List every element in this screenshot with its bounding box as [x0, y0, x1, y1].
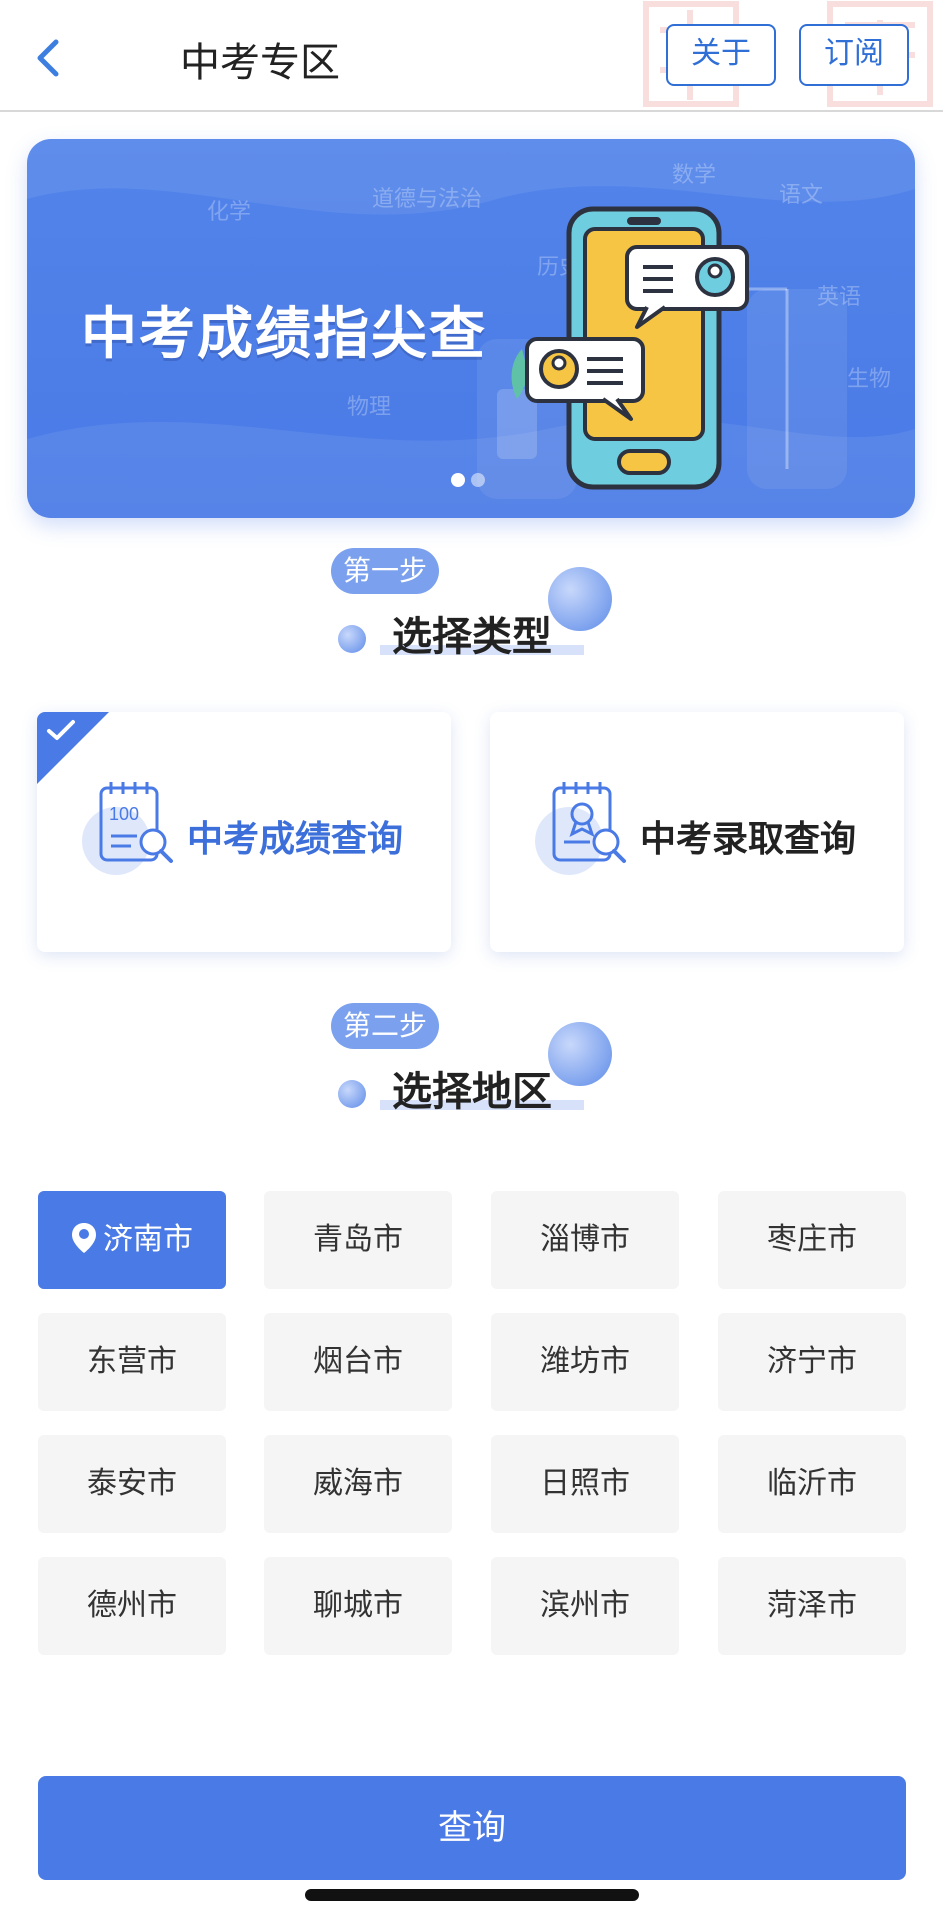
type-card-label: 中考成绩查询 — [187, 819, 404, 860]
city-chip[interactable]: 泰安市 — [38, 1435, 226, 1533]
step-badge: 第二步 — [331, 1003, 440, 1049]
city-chip[interactable]: 东营市 — [38, 1313, 226, 1411]
city-chip[interactable]: 聊城市 — [264, 1557, 452, 1655]
banner-title: 中考成绩指尖查 — [81, 302, 487, 367]
type-card-score-query[interactable]: 100 中考成绩查询 — [37, 712, 451, 952]
city-chip[interactable]: 滨州市 — [491, 1557, 679, 1655]
location-pin-icon — [72, 1222, 96, 1253]
navigation-bar: 中考专区 关于 订阅 — [0, 0, 943, 112]
banner-subject: 数学 — [672, 163, 717, 188]
city-chip[interactable]: 德州市 — [38, 1557, 226, 1655]
home-indicator[interactable] — [305, 1889, 639, 1901]
phone-chat-illustration — [497, 206, 789, 490]
page-title: 中考专区 — [180, 40, 340, 86]
banner-subject: 英语 — [817, 285, 862, 310]
city-chip-jinan[interactable]: 济南市 — [38, 1191, 226, 1289]
city-chip[interactable]: 临沂市 — [718, 1435, 906, 1533]
city-chip[interactable]: 菏泽市 — [718, 1557, 906, 1655]
admission-certificate-icon — [552, 782, 626, 863]
carousel-dots — [451, 473, 485, 487]
banner-subject: 物理 — [347, 395, 392, 420]
back-chevron-icon[interactable] — [28, 36, 68, 80]
city-chip[interactable]: 潍坊市 — [491, 1313, 679, 1411]
decorative-circle — [548, 567, 612, 631]
subscribe-button[interactable]: 订阅 — [799, 24, 909, 86]
step-badge: 第一步 — [331, 548, 440, 594]
carousel-dot-active[interactable] — [451, 473, 465, 487]
decorative-dot — [338, 625, 366, 653]
about-button[interactable]: 关于 — [666, 24, 776, 86]
city-chip[interactable]: 淄博市 — [491, 1191, 679, 1289]
city-chip[interactable]: 威海市 — [264, 1435, 452, 1533]
score-report-icon: 100 — [99, 782, 173, 863]
banner-carousel[interactable]: 化学 道德与法治 数学 语文 历史 英语 物理 生物 中考成绩指尖查 — [27, 139, 915, 518]
section-heading: 选择地区 — [392, 1069, 552, 1115]
banner-subject: 道德与法治 — [372, 187, 483, 212]
checkmark-icon — [47, 720, 75, 740]
svg-text:100: 100 — [109, 804, 139, 824]
type-card-label: 中考录取查询 — [640, 819, 857, 860]
carousel-dot[interactable] — [471, 473, 485, 487]
city-label: 济南市 — [103, 1222, 193, 1257]
city-chip[interactable]: 烟台市 — [264, 1313, 452, 1411]
decorative-dot — [338, 1080, 366, 1108]
banner-subject: 化学 — [207, 200, 252, 225]
city-chip[interactable]: 日照市 — [491, 1435, 679, 1533]
city-chip[interactable]: 济宁市 — [718, 1313, 906, 1411]
section-heading: 选择类型 — [392, 614, 552, 660]
banner-subject: 生物 — [847, 367, 892, 392]
city-chip[interactable]: 枣庄市 — [718, 1191, 906, 1289]
type-card-admission-query[interactable]: 中考录取查询 — [490, 712, 904, 952]
city-chip[interactable]: 青岛市 — [264, 1191, 452, 1289]
query-button[interactable]: 查询 — [38, 1776, 906, 1880]
decorative-circle — [548, 1022, 612, 1086]
